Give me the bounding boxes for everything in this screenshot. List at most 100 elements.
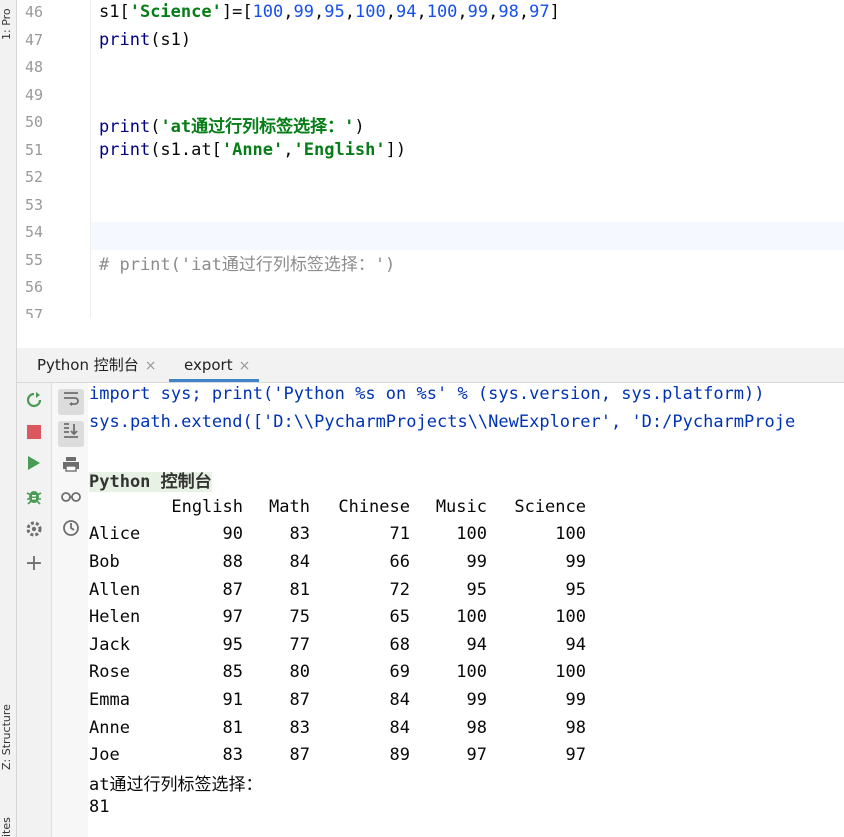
line-number: 56 [24, 278, 43, 296]
table-row: Anne 81 83 84 98 98 [89, 714, 586, 742]
code-token: (s1.at[ [150, 139, 222, 160]
table-cell: 87 [222, 579, 243, 600]
row-label: Rose [89, 662, 130, 683]
console-view-toolbar [52, 383, 88, 837]
code-line[interactable]: print('at通过行列标签选择：') [99, 112, 365, 137]
code-token: ]=[ [221, 2, 253, 22]
table-row: Jack 95 77 68 94 94 [89, 631, 586, 659]
table-cell: 100 [456, 662, 487, 683]
code-line[interactable]: s1['Science']=[100,99,95,100,94,100,99,9… [99, 2, 560, 22]
favorites-tool-tab-label: ites [0, 817, 13, 837]
code-token: 95 [324, 2, 345, 22]
structure-tool-tab[interactable]: Z: Structure [0, 690, 16, 770]
code-token: , [457, 2, 468, 22]
table-cell: 88 [222, 551, 243, 572]
project-tool-tab[interactable]: 1: Pro [0, 0, 16, 40]
code-line[interactable]: print(s1.at['Anne','English']) [99, 140, 406, 160]
table-cell: 94 [466, 634, 487, 655]
table-cell: 100 [456, 607, 487, 628]
table-row: Emma 91 87 84 99 99 [89, 686, 586, 714]
table-cell: 85 [222, 662, 243, 683]
line-number: 51 [24, 140, 43, 159]
code-token: ( [150, 117, 161, 137]
tab-export[interactable]: export × [184, 348, 250, 382]
rerun-icon[interactable] [23, 391, 45, 413]
close-icon[interactable]: × [239, 358, 251, 374]
table-cell: 83 [222, 745, 243, 766]
table-row: Allen 87 81 72 95 95 [89, 576, 586, 604]
code-token: s1[ [99, 2, 130, 22]
table-cell: 68 [389, 634, 410, 655]
table-cell: 95 [222, 634, 243, 655]
table-cell: 90 [222, 524, 243, 545]
column-header: Math [269, 496, 310, 517]
row-label: Alice [89, 524, 141, 545]
code-token: 100 [252, 2, 284, 22]
favorites-tool-tab[interactable]: ites [0, 805, 16, 837]
code-token: 'Anne' [221, 139, 284, 160]
code-token: 'at通过行列标签选择：' [160, 117, 355, 137]
code-token: , [314, 2, 325, 22]
code-token: 94 [395, 2, 417, 22]
glasses-icon[interactable] [60, 487, 82, 509]
table-cell: 100 [555, 607, 586, 628]
current-line-highlight [17, 222, 844, 250]
gear-icon[interactable] [23, 520, 45, 542]
line-number: 47 [24, 30, 43, 49]
code-token: ) [354, 117, 365, 137]
scroll-to-end-icon[interactable] [58, 421, 84, 447]
table-cell: 66 [389, 551, 410, 572]
code-token: 99 [467, 2, 489, 22]
plus-icon[interactable]: + [23, 553, 45, 575]
table-cell: 84 [389, 717, 410, 738]
table-cell: 100 [555, 662, 586, 683]
python-console-output[interactable]: import sys; print('Python %s on %s' % (s… [89, 383, 844, 837]
table-cell: 83 [289, 717, 310, 738]
table-row: Bob 88 84 66 99 99 [89, 548, 586, 576]
line-number: 53 [24, 195, 43, 214]
table-cell: 99 [565, 551, 586, 572]
row-label: Emma [89, 689, 130, 710]
table-cell: 100 [555, 524, 586, 545]
code-token: 99 [293, 2, 315, 22]
row-label: Allen [89, 579, 141, 600]
table-cell: 100 [456, 524, 487, 545]
run-icon[interactable] [23, 455, 45, 477]
soft-wrap-icon[interactable] [58, 389, 84, 415]
table-cell: 77 [289, 634, 310, 655]
line-number: 49 [24, 85, 43, 104]
code-token: 97 [529, 2, 550, 22]
code-line[interactable]: print(s1) [99, 30, 191, 50]
code-token: , [283, 139, 294, 160]
table-cell: 98 [466, 717, 487, 738]
table-row: Helen 97 75 65 100 100 [89, 603, 586, 631]
code-line[interactable]: # print('iat通过行列标签选择：') [99, 250, 395, 275]
tab-python-console[interactable]: Python 控制台 × [37, 348, 157, 382]
table-cell: 72 [389, 579, 410, 600]
stop-icon[interactable] [23, 423, 45, 445]
code-token: # print('iat通过行列标签选择：') [99, 254, 396, 275]
row-label: Bob [89, 551, 120, 572]
project-tool-tab-label: 1: Pro [0, 8, 13, 40]
code-token: 98 [498, 2, 519, 22]
table-cell: 99 [466, 689, 487, 710]
table-cell: 84 [289, 551, 310, 572]
code-token: 'Science' [129, 2, 222, 22]
table-cell: 81 [289, 579, 310, 600]
row-label: Joe [89, 745, 120, 766]
close-icon[interactable]: × [145, 358, 157, 374]
line-number: 52 [24, 168, 43, 186]
column-header: Science [514, 496, 586, 517]
active-tab-indicator [169, 379, 259, 382]
code-editor[interactable]: 46 47 48 49 50 51 52 53 54 55 56 57 s1['Science']=[… [17, 0, 844, 318]
line-number-gutter: 46 47 48 49 50 51 52 53 54 55 56 57 [17, 0, 91, 318]
history-icon[interactable] [60, 519, 82, 541]
debug-icon[interactable] [23, 487, 45, 509]
tab-export-label: export [184, 356, 233, 374]
column-header: Chinese [338, 496, 410, 517]
table-cell: 95 [466, 579, 487, 600]
print-icon[interactable] [60, 455, 82, 477]
table-cell: 98 [565, 717, 586, 738]
left-tool-strip: 1: Pro Z: Structure ites [0, 0, 17, 837]
row-label: Jack [89, 634, 130, 655]
